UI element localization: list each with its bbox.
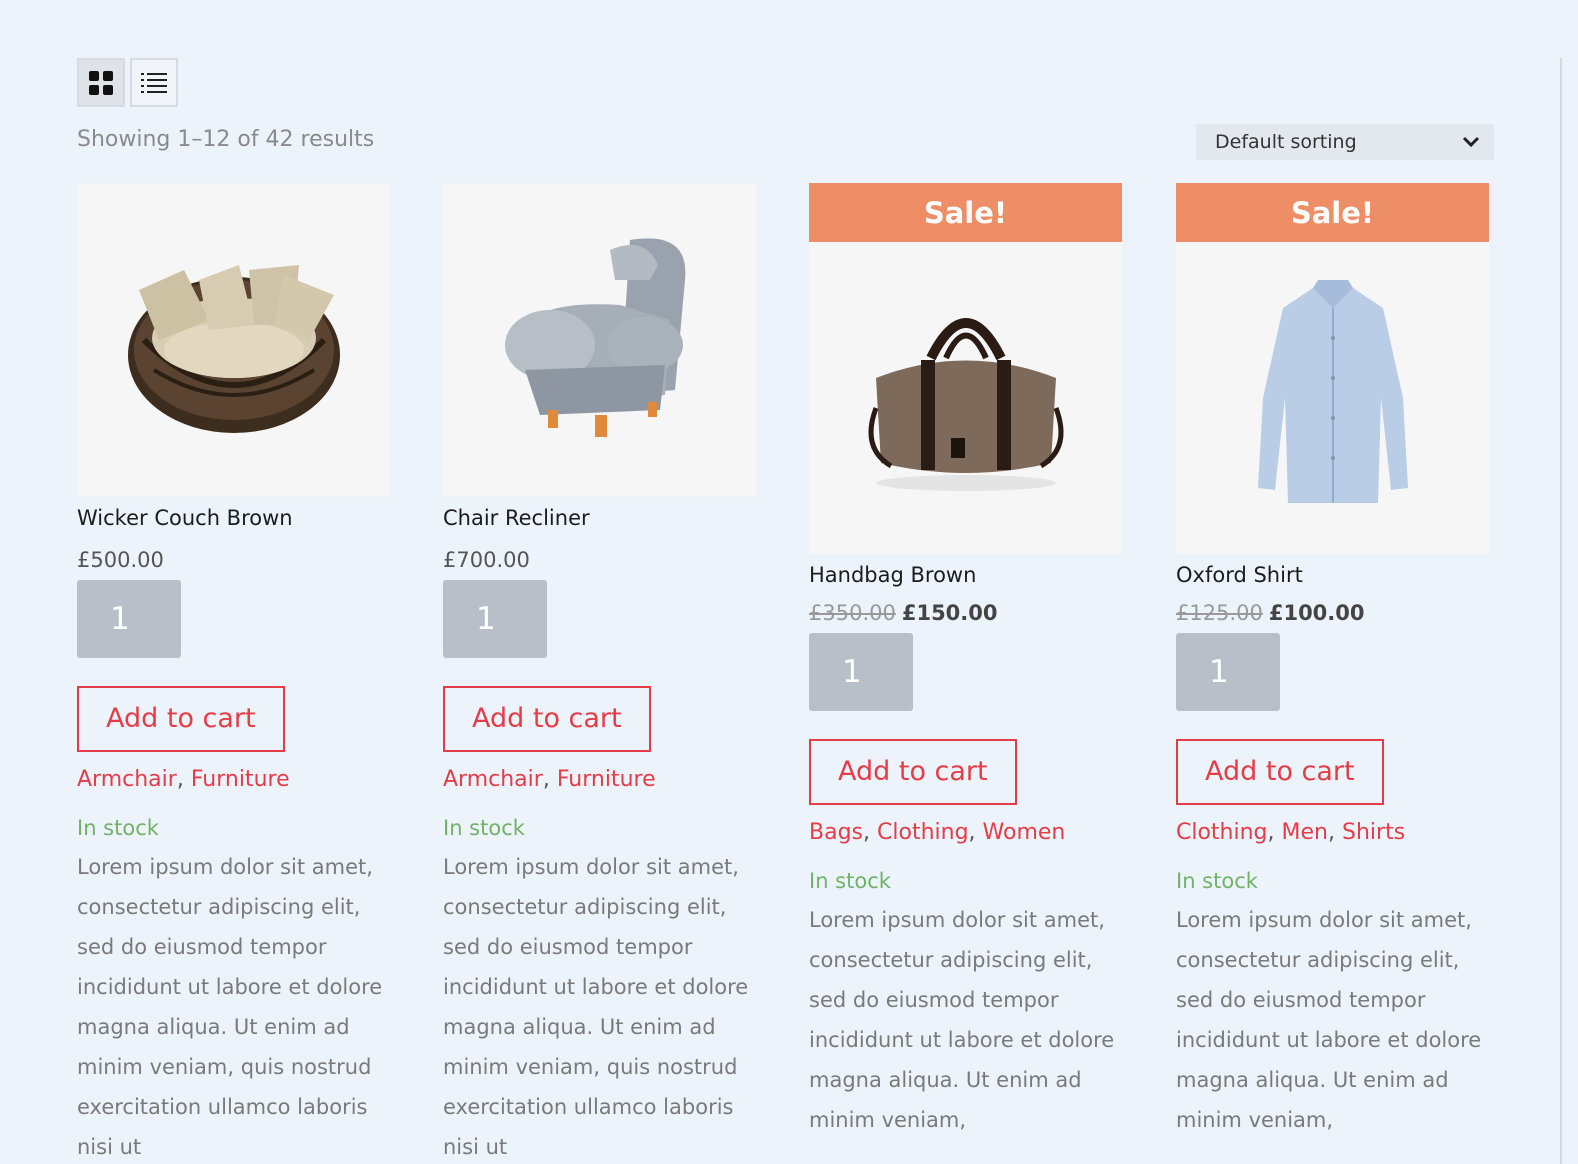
chevron-down-icon: [1462, 136, 1480, 148]
list-icon: [141, 72, 167, 93]
product-categories: Armchair, Furniture: [443, 767, 757, 792]
product-title[interactable]: Handbag Brown: [809, 563, 1123, 587]
sale-badge: Sale!: [1176, 183, 1489, 242]
product-title[interactable]: Wicker Couch Brown: [77, 506, 391, 530]
product-title[interactable]: Oxford Shirt: [1176, 563, 1490, 587]
wicker-chair-image: [127, 265, 340, 433]
category-separator: ,: [1328, 820, 1342, 845]
sort-selected-label: Default sorting: [1215, 131, 1357, 153]
add-to-cart-button[interactable]: Add to cart: [1176, 739, 1384, 805]
sale-price: £150.00: [901, 601, 998, 625]
price-value: £700.00: [443, 548, 530, 572]
category-link[interactable]: Furniture: [557, 767, 656, 792]
shirt-image: [1257, 279, 1408, 503]
product-description: Lorem ipsum dolor sit amet, consectetur …: [443, 855, 749, 1159]
quantity-input[interactable]: 1: [77, 580, 181, 658]
quantity-input[interactable]: 1: [809, 633, 913, 711]
category-link[interactable]: Men: [1282, 820, 1328, 845]
view-toggle: [77, 58, 178, 107]
category-link[interactable]: Furniture: [191, 767, 290, 792]
category-link[interactable]: Clothing: [1176, 820, 1268, 845]
armchair-image: [504, 238, 685, 437]
product-categories: Clothing, Men, Shirts: [1176, 820, 1490, 845]
product-description: Lorem ipsum dolor sit amet, consectetur …: [1176, 908, 1482, 1132]
product-categories: Bags, Clothing, Women: [809, 820, 1123, 845]
sale-badge: Sale!: [809, 183, 1122, 242]
category-separator: ,: [968, 820, 983, 845]
results-count: Showing 1–12 of 42 results: [77, 127, 375, 152]
sort-select[interactable]: Default sorting: [1196, 124, 1494, 160]
product-description: Lorem ipsum dolor sit amet, consectetur …: [77, 855, 383, 1159]
stock-status: In stock: [1176, 869, 1258, 893]
sale-price: £100.00: [1268, 601, 1365, 625]
quantity-input[interactable]: 1: [443, 580, 547, 658]
category-separator: ,: [542, 767, 557, 792]
product-card: Sale! Oxford Shirt £125.00 £100.00 1 Add …: [1176, 183, 1490, 1140]
category-link[interactable]: Bags: [809, 820, 863, 845]
old-price: £125.00: [1176, 601, 1263, 625]
old-price: £350.00: [809, 601, 896, 625]
product-card: Sale! Handbag Brown £350.00 £150.00 1 Add…: [809, 183, 1123, 1140]
product-price: £500.00: [77, 548, 391, 572]
category-link[interactable]: Armchair: [77, 767, 177, 792]
quantity-input[interactable]: 1: [1176, 633, 1280, 711]
product-categories: Armchair, Furniture: [77, 767, 391, 792]
divider: [1560, 58, 1562, 1164]
product-price: £350.00 £150.00: [809, 601, 1123, 625]
category-link[interactable]: Women: [983, 820, 1066, 845]
product-card: Wicker Couch Brown £500.00 1 Add to cart…: [77, 183, 391, 1164]
grid-view-button[interactable]: [77, 58, 125, 107]
product-image[interactable]: Sale!: [809, 183, 1122, 554]
list-view-button[interactable]: [130, 58, 178, 107]
product-image[interactable]: [443, 183, 756, 497]
shop-page: Showing 1–12 of 42 results Default sorti…: [0, 0, 1578, 1164]
category-separator: ,: [863, 820, 878, 845]
category-separator: ,: [176, 767, 191, 792]
stock-status: In stock: [809, 869, 891, 893]
product-price: £700.00: [443, 548, 757, 572]
product-price: £125.00 £100.00: [1176, 601, 1490, 625]
stock-status: In stock: [443, 816, 525, 840]
add-to-cart-button[interactable]: Add to cart: [809, 739, 1017, 805]
product-description: Lorem ipsum dolor sit amet, consectetur …: [809, 908, 1115, 1132]
stock-status: In stock: [77, 816, 159, 840]
handbag-image: [868, 317, 1063, 491]
category-separator: ,: [1267, 820, 1282, 845]
grid-icon: [89, 70, 113, 95]
category-link[interactable]: Armchair: [443, 767, 543, 792]
product-image[interactable]: Sale!: [1176, 183, 1489, 554]
add-to-cart-button[interactable]: Add to cart: [443, 686, 651, 752]
product-title[interactable]: Chair Recliner: [443, 506, 757, 530]
price-value: £500.00: [77, 548, 164, 572]
category-link[interactable]: Clothing: [877, 820, 969, 845]
product-card: Chair Recliner £700.00 1 Add to cart Arm…: [443, 183, 757, 1164]
add-to-cart-button[interactable]: Add to cart: [77, 686, 285, 752]
category-link[interactable]: Shirts: [1342, 820, 1405, 845]
product-image[interactable]: [77, 183, 390, 497]
